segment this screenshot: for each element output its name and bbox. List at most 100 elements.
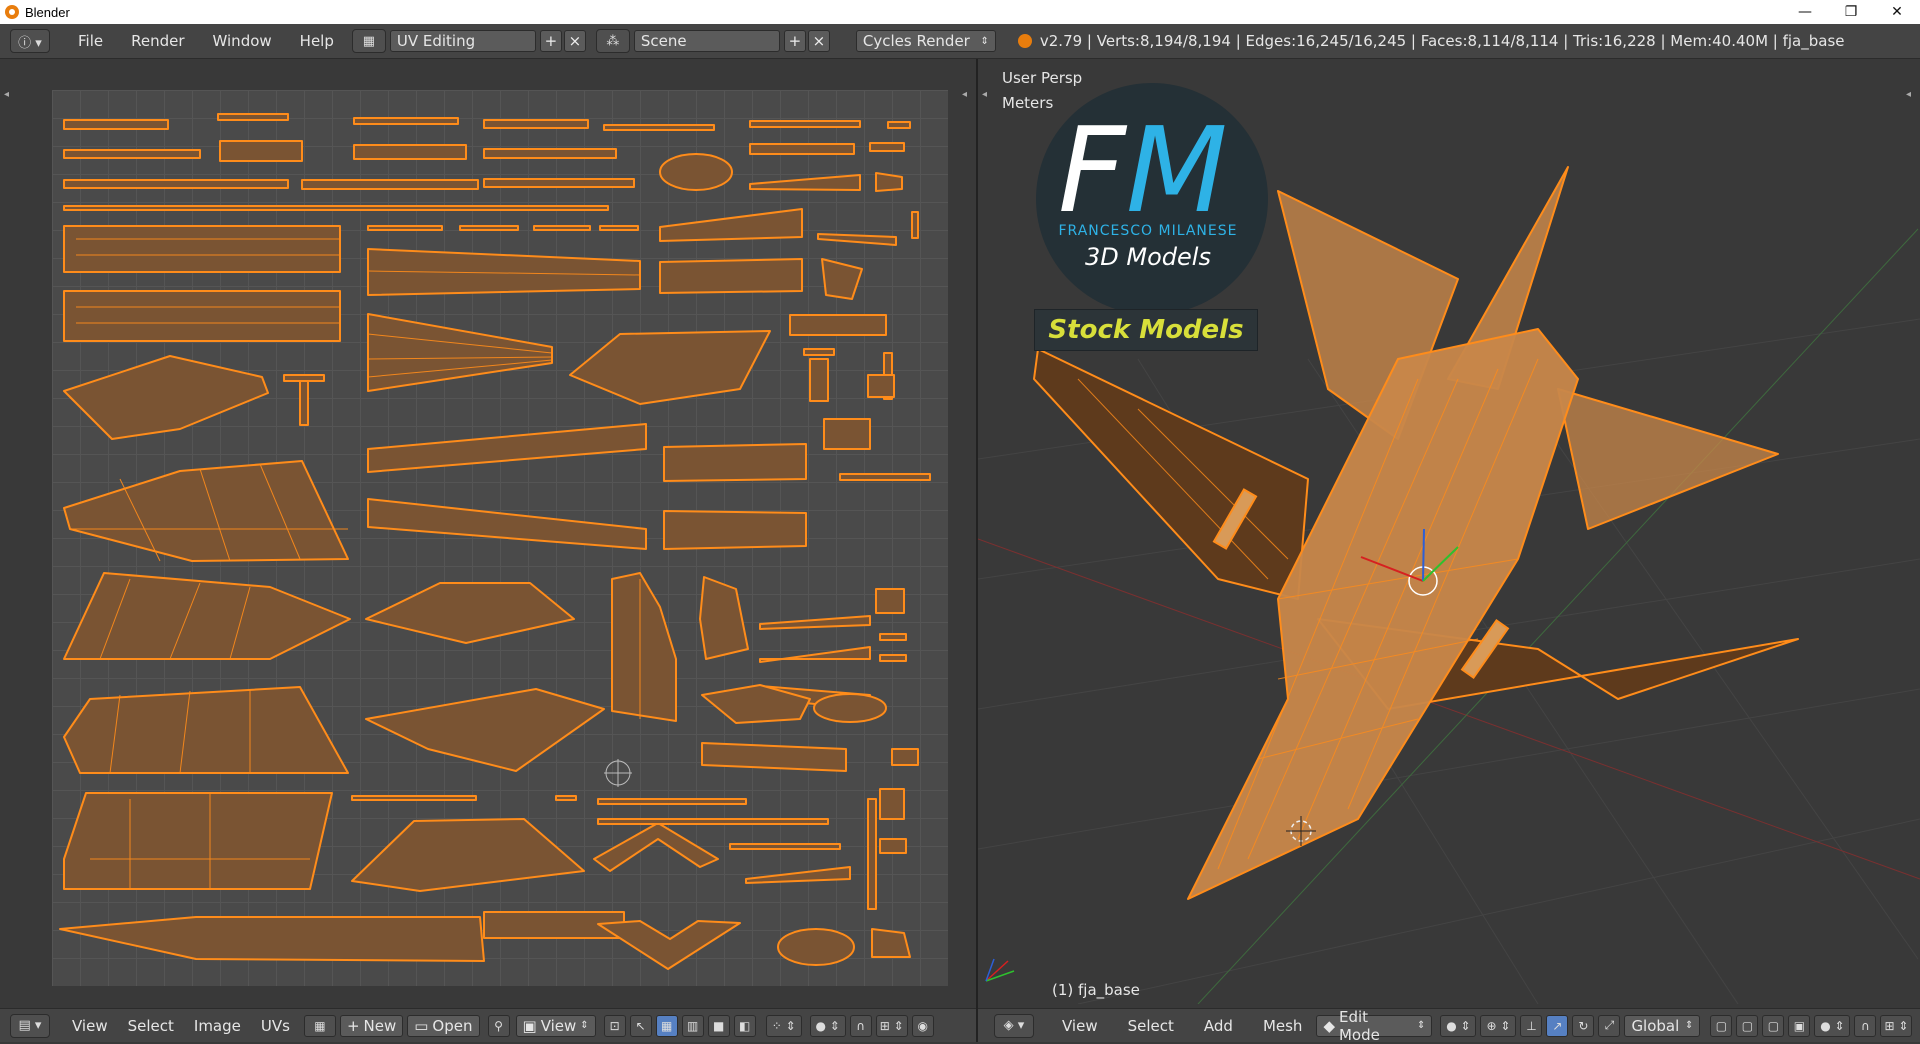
pivot-icon: ⊕ ⇕ (1486, 1018, 1511, 1033)
remove-screen-button[interactable]: × (563, 30, 586, 52)
layer-button-1[interactable]: ▢ (1710, 1014, 1733, 1037)
vp-menu-mesh[interactable]: Mesh (1253, 1017, 1313, 1035)
updown-arrows-icon: ⇕ (580, 1020, 589, 1031)
scene-icon-button[interactable]: ⁂ (595, 29, 630, 53)
shading-select[interactable]: ● ⇕ (1440, 1014, 1477, 1037)
vp-menu-view[interactable]: View (1052, 1017, 1108, 1035)
info-header: ⓘ ▾ File Render Window Help ▦ UV Editing… (0, 24, 1920, 59)
view-mode-select[interactable]: ▣ View ⇕ (515, 1014, 596, 1037)
pin-image-button[interactable]: ⚲ (487, 1014, 510, 1037)
menu-help[interactable]: Help (286, 32, 348, 50)
rotate-manipulator[interactable]: ↻ (1572, 1014, 1595, 1037)
transform-orientation-select[interactable]: Global ⇕ (1624, 1014, 1701, 1037)
units-label: Meters (1002, 94, 1054, 112)
close-icon: × (812, 32, 826, 50)
uv-islands[interactable] (0, 59, 976, 1004)
render-result-button[interactable]: ◉ (911, 1014, 934, 1037)
plus-icon: + (346, 1016, 360, 1035)
menu-window[interactable]: Window (199, 32, 286, 50)
uv-editor-header: ▤ ▾ View Select Image UVs ▦ + New ▭ Open ⚲… (0, 1008, 976, 1042)
image-browse-button[interactable]: ▦ (303, 1014, 336, 1037)
editor-type-3d-button[interactable]: ◈ ▾ (994, 1013, 1034, 1038)
snap-element-icon: ⊞ ⇕ (879, 1018, 904, 1033)
island-select-icon: ◧ (739, 1018, 751, 1033)
plus-icon: + (544, 32, 558, 50)
proportional-icon: ● ⇕ (1820, 1018, 1845, 1033)
watermark-banner: Stock Models (1034, 309, 1258, 351)
cursor-icon: ↖ (635, 1018, 646, 1033)
blender-logo-icon (1017, 34, 1032, 48)
snap-element-select[interactable]: ⊞ ⇕ (1880, 1014, 1913, 1037)
vertex-select-button[interactable]: ▦ (655, 1014, 678, 1037)
rotate-icon: ↻ (1578, 1018, 1589, 1033)
pivot-point-select[interactable]: ⊕ ⇕ (1480, 1014, 1517, 1037)
island-select-button[interactable]: ◧ (733, 1014, 756, 1037)
edge-select-button[interactable]: ▥ (681, 1014, 704, 1037)
layer-button-2[interactable]: ▢ (1736, 1014, 1759, 1037)
proportional-icon: ● ⇕ (815, 1018, 840, 1033)
translate-manipulator[interactable]: ↗ (1546, 1014, 1569, 1037)
updown-arrows-icon: ⇕ (1417, 1020, 1426, 1031)
image-icon: ▣ (522, 1016, 537, 1035)
layer-icon: ▢ (1715, 1018, 1728, 1033)
screen-layout-icon-button[interactable]: ▦ (351, 29, 386, 53)
render-engine-value: Cycles Render (862, 32, 970, 50)
face-select-icon: ■ (713, 1018, 725, 1033)
layout-grid-icon: ▦ (362, 33, 376, 49)
proportional-edit-select[interactable]: ● ⇕ (1814, 1014, 1851, 1037)
camera-icon: ◉ (917, 1018, 928, 1033)
vertex-select-icon: ▦ (661, 1018, 673, 1033)
sync-selection-button[interactable]: ↖ (629, 1014, 652, 1037)
restore-button[interactable]: ❐ (1828, 0, 1874, 24)
uv-menu-select[interactable]: Select (118, 1017, 184, 1035)
snap-element-icon: ⊞ ⇕ (1884, 1018, 1909, 1033)
snap-button[interactable]: ∩ (1854, 1014, 1877, 1037)
uv-menu-view[interactable]: View (62, 1017, 118, 1035)
new-image-button[interactable]: + New (339, 1014, 404, 1037)
editor-type-uv-button[interactable]: ▤ ▾ (10, 1013, 50, 1038)
open-image-button[interactable]: ▭ Open (407, 1014, 480, 1037)
remove-scene-button[interactable]: × (807, 30, 830, 52)
image-icon: ▦ (314, 1018, 326, 1033)
mode-select[interactable]: ◆ Edit Mode ⇕ (1316, 1008, 1433, 1044)
layer-icon: ▢ (1741, 1018, 1754, 1033)
add-scene-button[interactable]: + (783, 30, 806, 52)
snap-button[interactable]: ∩ (849, 1014, 872, 1037)
uv-menu-uvs[interactable]: UVs (251, 1017, 300, 1035)
uv-image-editor[interactable]: ◂ ◂ (0, 59, 976, 1004)
sticky-selection-select[interactable]: ⁘ ⇕ (765, 1014, 802, 1037)
scene-stats: v2.79 | Verts:8,194/8,194 | Edges:16,245… (1039, 32, 1845, 50)
proportional-edit-select[interactable]: ● ⇕ (809, 1014, 846, 1037)
layer-button-3[interactable]: ▢ (1762, 1014, 1785, 1037)
scale-icon: ⤢ (1604, 1018, 1615, 1032)
occlude-geometry-button[interactable]: ▣ (1788, 1014, 1811, 1037)
pivot-icon: ⊡ (609, 1018, 620, 1033)
menu-file[interactable]: File (64, 32, 117, 50)
manipulator-toggle[interactable]: ⊥ (1520, 1014, 1543, 1037)
folder-icon: ▭ (414, 1016, 429, 1035)
updown-arrows-icon: ⇕ (1685, 1020, 1694, 1031)
screen-layout-field[interactable]: UV Editing (389, 30, 536, 52)
arrow-icon: ↗ (1552, 1018, 1563, 1033)
magnet-icon: ∩ (856, 1018, 866, 1033)
menu-render[interactable]: Render (117, 32, 198, 50)
pivot-button[interactable]: ⊡ (603, 1014, 626, 1037)
snap-element-select[interactable]: ⊞ ⇕ (875, 1014, 908, 1037)
blender-logo-icon (5, 5, 19, 19)
scale-manipulator[interactable]: ⤢ (1598, 1014, 1621, 1037)
face-select-button[interactable]: ■ (707, 1014, 730, 1037)
scene-field[interactable]: Scene (633, 30, 780, 52)
watermark-monogram: FM (1058, 101, 1228, 239)
occlude-icon: ▣ (1793, 1018, 1806, 1033)
add-screen-button[interactable]: + (539, 30, 562, 52)
minimize-button[interactable]: — (1782, 0, 1828, 24)
uv-menu-image[interactable]: Image (184, 1017, 251, 1035)
3d-viewport[interactable]: ◂ ◂ User Persp Meters FM FRANCESCO MILAN… (978, 59, 1920, 1004)
updown-arrows-icon: ⇕ (980, 35, 989, 47)
edit-mode-icon: ◆ (1323, 1016, 1335, 1035)
vp-menu-add[interactable]: Add (1194, 1017, 1243, 1035)
close-button[interactable]: ✕ (1874, 0, 1920, 24)
render-engine-select[interactable]: Cycles Render ⇕ (855, 30, 996, 52)
vp-menu-select[interactable]: Select (1118, 1017, 1184, 1035)
editor-type-info-button[interactable]: ⓘ ▾ (10, 29, 50, 53)
